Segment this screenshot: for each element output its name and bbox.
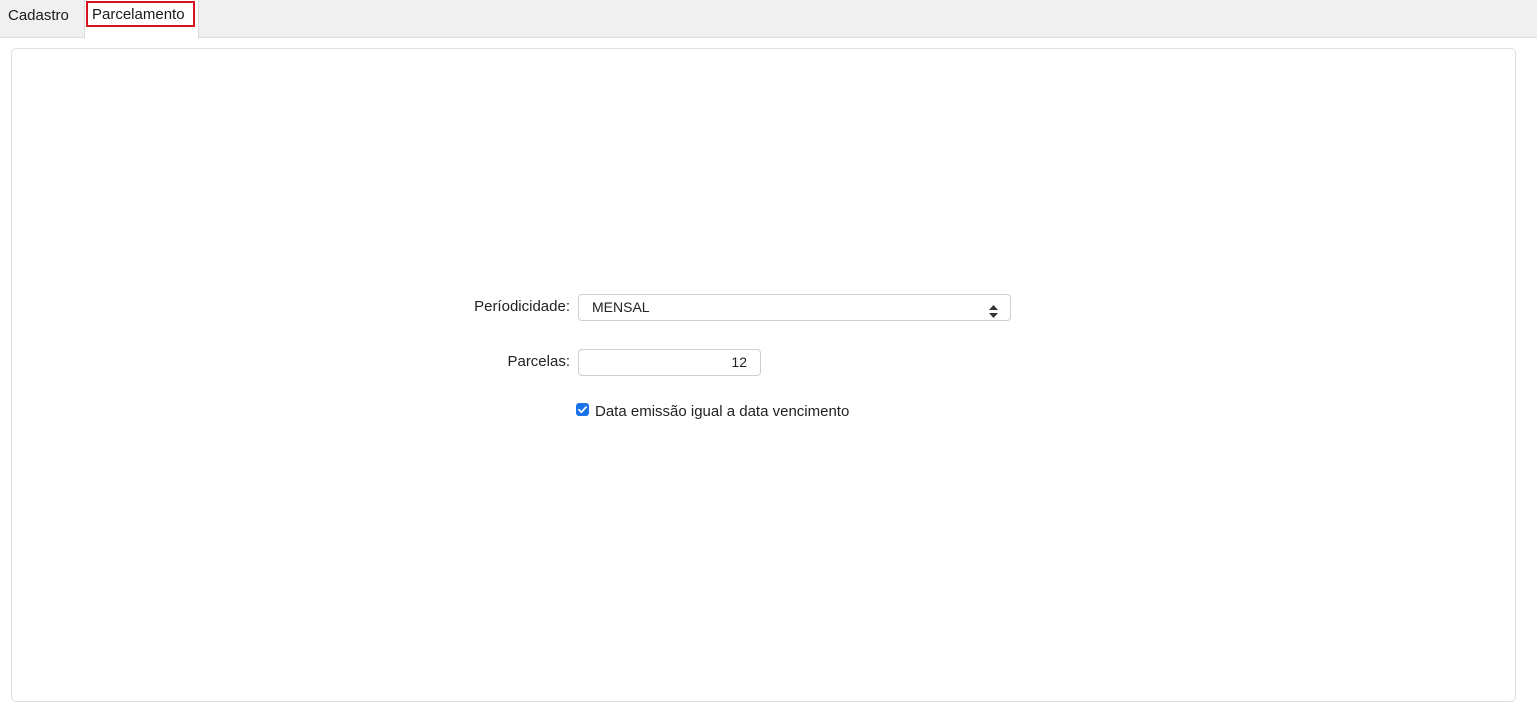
data-emissao-checkbox[interactable] (576, 403, 589, 416)
tab-cadastro-label: Cadastro (8, 7, 69, 24)
tab-cadastro[interactable]: Cadastro (0, 0, 83, 38)
parcelas-label: Parcelas: (507, 353, 570, 370)
parcelamento-panel (11, 48, 1516, 702)
periodicidade-label: Períodicidade: (474, 298, 570, 315)
periodicidade-selected-value: MENSAL (592, 299, 650, 315)
tab-parcelamento-label: Parcelamento (92, 6, 185, 23)
parcelas-value: 12 (731, 354, 747, 370)
sort-arrows-icon (989, 301, 998, 318)
tab-parcelamento[interactable]: Parcelamento (84, 0, 199, 39)
data-emissao-label[interactable]: Data emissão igual a data vencimento (595, 403, 849, 420)
periodicidade-select[interactable]: MENSAL (578, 294, 1011, 321)
parcelas-input[interactable]: 12 (578, 349, 761, 376)
tab-bar: Cadastro Parcelamento (0, 0, 1537, 39)
checkmark-icon (578, 406, 587, 414)
